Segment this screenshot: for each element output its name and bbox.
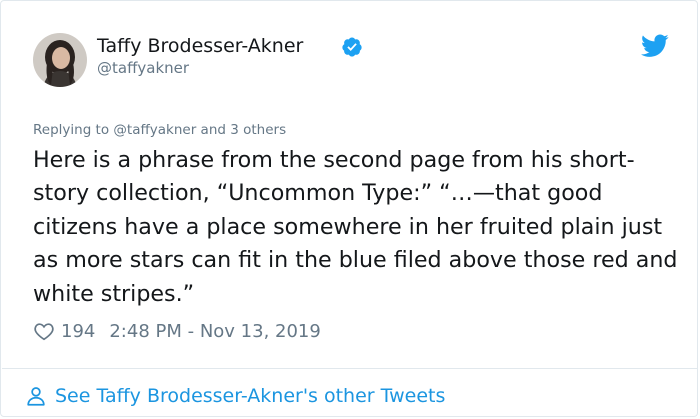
tweet-text: Here is a phrase from the second page fr…	[33, 147, 685, 307]
twitter-bird-icon[interactable]	[641, 34, 669, 58]
like-count[interactable]: 194	[61, 321, 95, 342]
reply-prefix: Replying to	[33, 122, 114, 138]
divider	[2, 368, 698, 369]
tweet-card: Taffy Brodesser-Akner @taffyakner Replyi…	[0, 0, 698, 417]
user-handle[interactable]: @taffyakner	[97, 58, 189, 78]
reply-others-link[interactable]: and 3 others	[196, 122, 287, 138]
verified-badge-icon	[342, 37, 362, 57]
reply-context: Replying to @taffyakner and 3 others	[33, 120, 286, 140]
heart-icon[interactable]	[33, 320, 55, 342]
see-other-tweets-link[interactable]: See Taffy Brodesser-Akner's other Tweets	[25, 381, 445, 411]
tweet-timestamp[interactable]: 2:48 PM - Nov 13, 2019	[109, 321, 320, 342]
person-icon	[27, 387, 45, 406]
avatar[interactable]	[33, 33, 87, 87]
tweet-meta: 194 2:48 PM - Nov 13, 2019	[33, 318, 321, 344]
reply-mention-link[interactable]: @taffyakner	[113, 122, 196, 138]
see-other-tweets-label: See Taffy Brodesser-Akner's other Tweets	[55, 385, 446, 407]
display-name[interactable]: Taffy Brodesser-Akner	[97, 33, 303, 59]
